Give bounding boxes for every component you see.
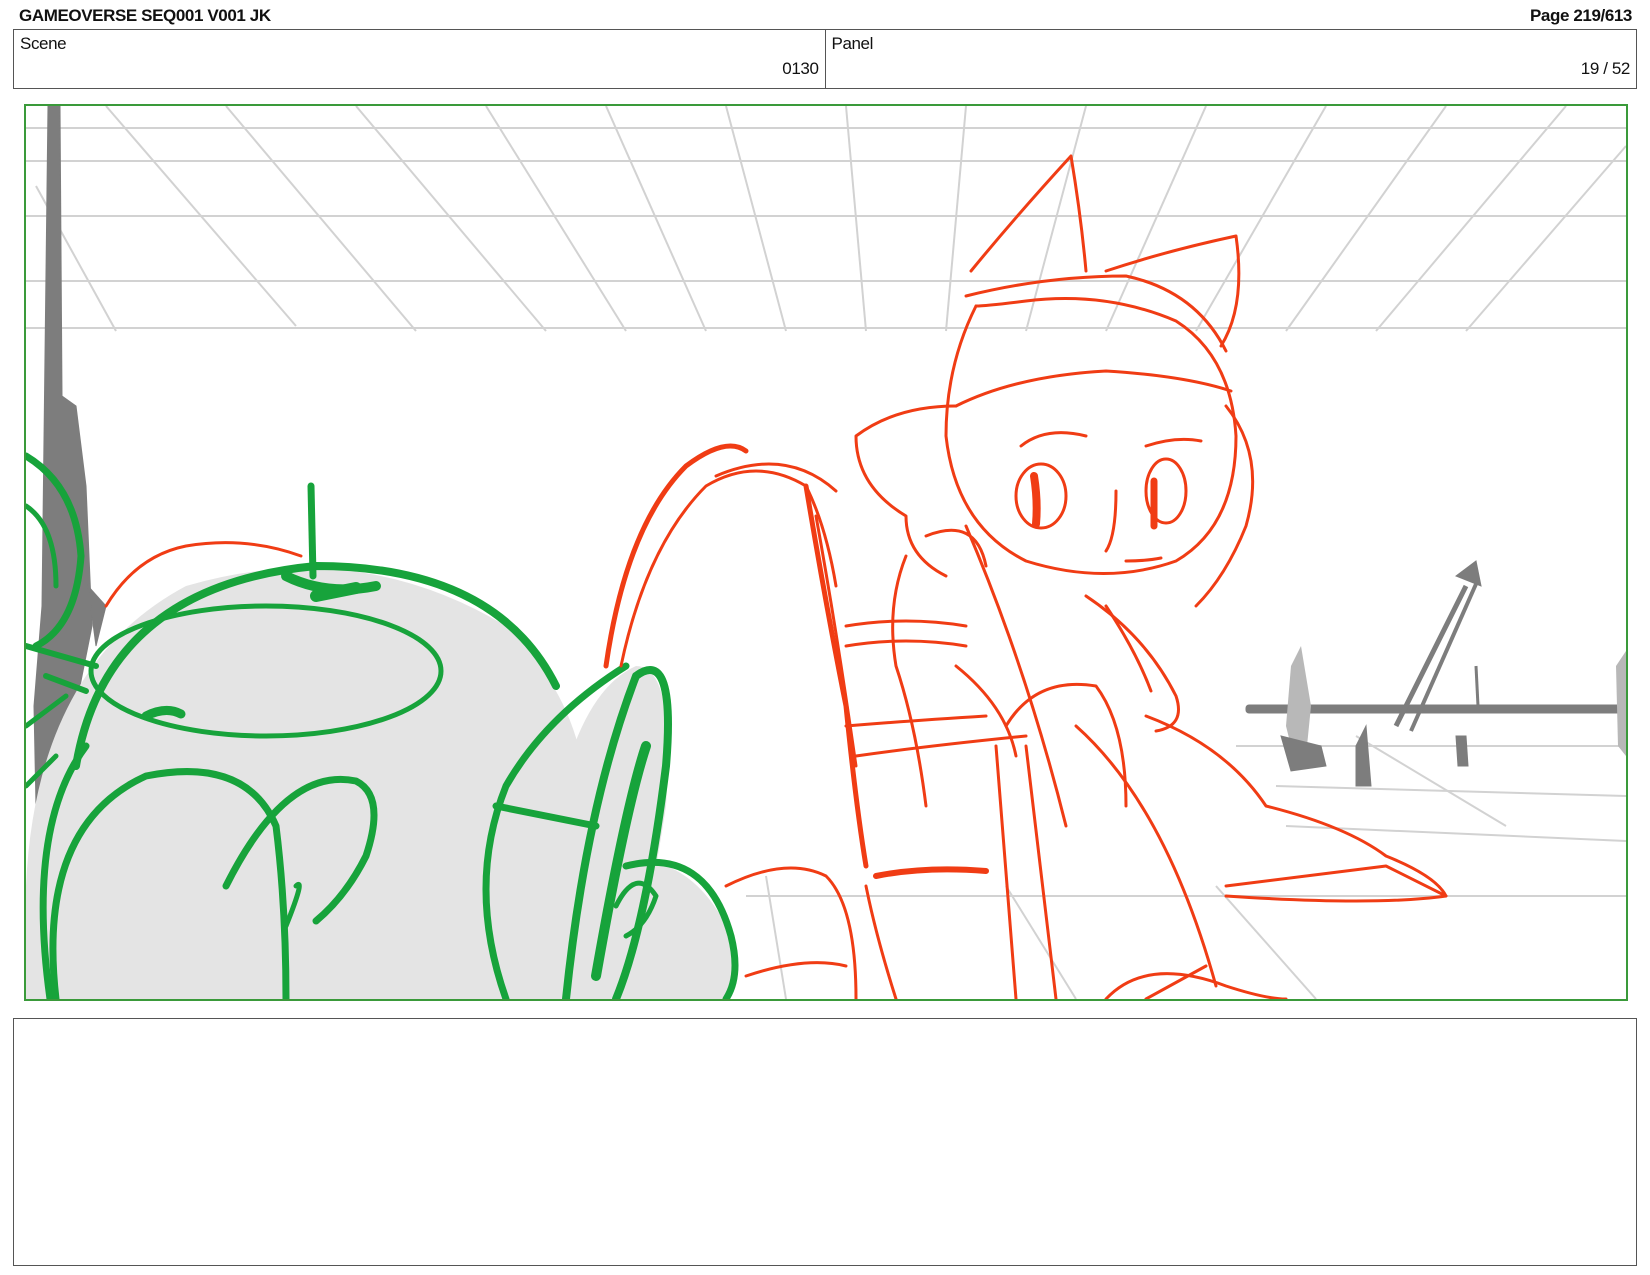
document-title: GAMEOVERSE SEQ001 V001 JK: [19, 6, 271, 25]
scene-label: Scene: [20, 34, 67, 53]
page-indicator: Page 219/613: [1529, 6, 1632, 25]
storyboard-sketch: [26, 106, 1626, 999]
panel-info-box: Scene 0130 Panel 19 / 52: [13, 29, 1637, 89]
scene-cell: Scene 0130: [14, 30, 825, 88]
panel-notes-box: [13, 1018, 1637, 1266]
storyboard-panel-frame: [24, 104, 1628, 1001]
robot-sketch: [26, 452, 739, 999]
panel-cell: Panel 19 / 52: [824, 30, 1637, 88]
scene-number: 0130: [782, 59, 819, 78]
panel-label: Panel: [831, 34, 874, 53]
panel-number: 19 / 52: [1580, 59, 1631, 78]
